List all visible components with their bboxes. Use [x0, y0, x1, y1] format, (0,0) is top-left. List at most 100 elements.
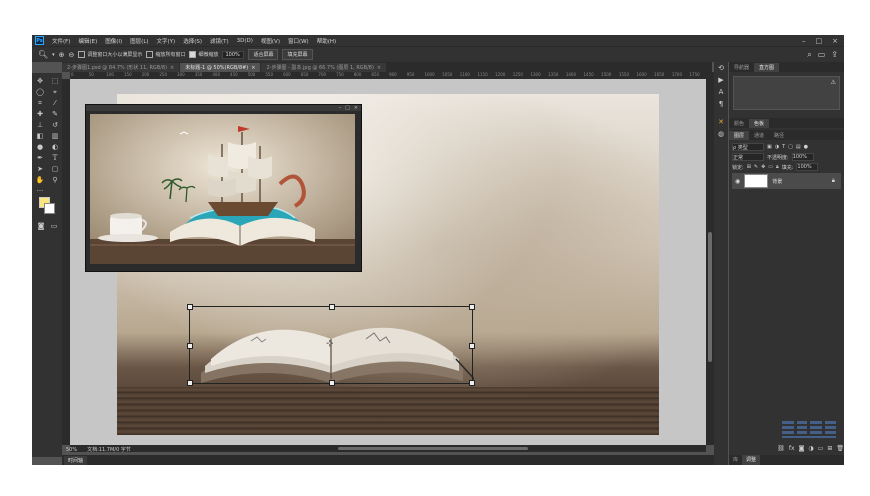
lock-paint-icon[interactable]: ✎ — [754, 164, 758, 170]
search-icon[interactable]: ⌕ — [807, 50, 811, 60]
tab-close-icon[interactable]: × — [170, 65, 174, 71]
tab-doc-3[interactable]: 2-步骤图 - 副本.jpg @ 66.7% (图层 1, RGB/8) × — [261, 63, 387, 72]
adjustment-icon[interactable]: ◑ — [808, 445, 813, 452]
tab-libraries[interactable]: 库 — [729, 455, 742, 465]
zoom-percent-field[interactable]: 100% — [222, 50, 245, 59]
zoom-out-icon[interactable]: ⊖ — [69, 51, 75, 59]
reference-image-window[interactable]: – □ × — [85, 104, 362, 272]
type-tool-icon[interactable]: T — [49, 153, 61, 163]
lasso-tool-icon[interactable]: ◯ — [34, 87, 46, 97]
eyedropper-icon[interactable]: ⁄ — [49, 98, 61, 108]
transform-handle-tc[interactable] — [329, 304, 335, 310]
quick-mask-icon[interactable]: ◙ — [35, 221, 47, 231]
paragraph-icon[interactable]: ¶ — [714, 98, 728, 110]
more-tools-icon[interactable]: ··· — [34, 186, 46, 196]
transform-center-icon[interactable]: ⊹ — [326, 339, 334, 349]
scrubby-zoom-checkbox[interactable]: 细微缩放 — [189, 51, 218, 58]
lock-artboard-icon[interactable]: ▭ — [768, 164, 773, 170]
close-icon[interactable]: × — [354, 105, 358, 111]
layer-row-background[interactable]: ◉ 背景 🔒︎ — [732, 173, 841, 189]
lock-pixels-icon[interactable]: ⊞ — [747, 164, 751, 170]
maximize-button[interactable]: □ — [816, 37, 823, 45]
minimize-button[interactable]: – — [802, 37, 806, 45]
zoom-level[interactable]: 50% — [66, 447, 77, 453]
character-icon[interactable]: A — [714, 86, 728, 98]
menu-select[interactable]: 选择(S) — [179, 37, 206, 45]
opacity-field[interactable]: 100% — [791, 153, 814, 161]
tab-doc-1[interactable]: 2-步骤图1.psd @ 84.7% (形状 11, RGB/8) × — [62, 63, 180, 72]
transform-handle-mr[interactable] — [469, 343, 475, 349]
resize-windows-checkbox[interactable]: 调整窗口大小以满屏显示 — [78, 51, 142, 58]
filter-smart-icon[interactable]: ▤ — [796, 144, 801, 150]
menu-image[interactable]: 图像(I) — [101, 37, 126, 45]
tab-histogram[interactable]: 直方图 — [754, 63, 780, 72]
healing-brush-icon[interactable]: ✚ — [34, 109, 46, 119]
tab-channels[interactable]: 通道 — [749, 131, 769, 140]
tab-color[interactable]: 颜色 — [729, 119, 749, 128]
maximize-icon[interactable]: □ — [345, 105, 350, 111]
screen-mode-icon[interactable]: ▭ — [48, 221, 60, 231]
zoom-in-icon[interactable]: ⊕ — [59, 51, 65, 59]
path-select-icon[interactable]: ➤ — [34, 164, 46, 174]
blend-mode-select[interactable]: 正常 — [732, 153, 764, 161]
eye-icon[interactable]: ◉ — [735, 178, 740, 185]
share-icon[interactable]: ⇪ — [831, 50, 838, 60]
transform-handle-bl[interactable] — [187, 380, 193, 386]
background-color-swatch[interactable] — [44, 203, 55, 214]
menu-3d[interactable]: 3D(D) — [233, 38, 257, 44]
scroll-thumb[interactable] — [338, 447, 528, 450]
transform-handle-bc[interactable] — [329, 380, 335, 386]
lock-move-icon[interactable]: ✥ — [761, 164, 765, 170]
tab-adjustments[interactable]: 调整 — [742, 455, 761, 465]
close-button[interactable]: × — [832, 37, 838, 45]
menu-file[interactable]: 文件(F) — [48, 37, 74, 45]
tab-layers[interactable]: 图层 — [729, 131, 750, 140]
layer-kind-filter[interactable]: ρ 类型 — [732, 143, 764, 151]
menu-window[interactable]: 窗口(W) — [284, 37, 313, 45]
fill-screen-button[interactable]: 填充屏幕 — [282, 49, 313, 60]
scroll-thumb[interactable] — [708, 232, 712, 362]
menu-filter[interactable]: 滤镜(T) — [206, 37, 233, 45]
history-icon[interactable]: ⟲ — [714, 62, 728, 74]
menu-type[interactable]: 文字(Y) — [153, 37, 180, 45]
tools-preset-icon[interactable]: ✕ — [714, 116, 728, 128]
pen-tool-icon[interactable]: ✒ — [34, 153, 46, 163]
filter-pixel-icon[interactable]: ▣ — [767, 144, 772, 150]
zoom-tool-icon[interactable]: ⚲ — [49, 175, 61, 185]
tab-swatches[interactable]: 色板 — [749, 119, 770, 128]
transform-handle-tr[interactable] — [469, 304, 475, 310]
tab-navigator[interactable]: 导航器 — [729, 63, 754, 72]
brush-tool-icon[interactable]: ✎ — [49, 109, 61, 119]
lock-all-icon[interactable]: 🔒︎ — [776, 164, 779, 170]
chevron-down-icon[interactable]: ▾ — [52, 52, 55, 58]
hand-tool-icon[interactable]: ✋ — [34, 175, 46, 185]
workspace-icon[interactable]: ▭ — [818, 50, 826, 60]
menu-edit[interactable]: 编辑(E) — [74, 37, 101, 45]
marquee-tool-icon[interactable]: ⬚ — [49, 76, 61, 86]
quick-select-icon[interactable]: ⌖ — [49, 87, 61, 97]
filter-type-icon[interactable]: T — [782, 144, 785, 150]
menu-view[interactable]: 视图(V) — [257, 37, 284, 45]
filter-toggle-icon[interactable]: ● — [804, 144, 808, 150]
clone-stamp-icon[interactable]: ⊥ — [34, 120, 46, 130]
brush-preset-icon[interactable]: ◍ — [714, 128, 728, 140]
free-transform-box[interactable]: ⊹ — [187, 304, 475, 386]
fill-field[interactable]: 100% — [796, 163, 819, 171]
link-icon[interactable]: ⛓ — [777, 445, 785, 452]
zoom-all-windows-checkbox[interactable]: 缩放所有窗口 — [146, 51, 185, 58]
trash-icon[interactable]: 🗑︎ — [836, 445, 844, 452]
fx-icon[interactable]: fx — [789, 445, 795, 452]
transform-handle-ml[interactable] — [187, 343, 193, 349]
tab-close-icon[interactable]: × — [251, 65, 255, 71]
reference-titlebar[interactable]: – □ × — [86, 105, 361, 111]
tab-close-icon[interactable]: × — [377, 65, 381, 71]
warning-icon[interactable]: ⚠ — [831, 79, 836, 86]
menu-help[interactable]: 帮助(H) — [313, 37, 340, 45]
minimize-icon[interactable]: – — [339, 105, 342, 111]
actions-icon[interactable]: ▶ — [714, 74, 728, 86]
gradient-tool-icon[interactable]: ▥ — [49, 131, 61, 141]
dodge-tool-icon[interactable]: ◐ — [49, 142, 61, 152]
fit-screen-button[interactable]: 适合屏幕 — [248, 49, 279, 60]
blur-tool-icon[interactable]: ● — [34, 142, 46, 152]
shape-tool-icon[interactable]: ▢ — [49, 164, 61, 174]
